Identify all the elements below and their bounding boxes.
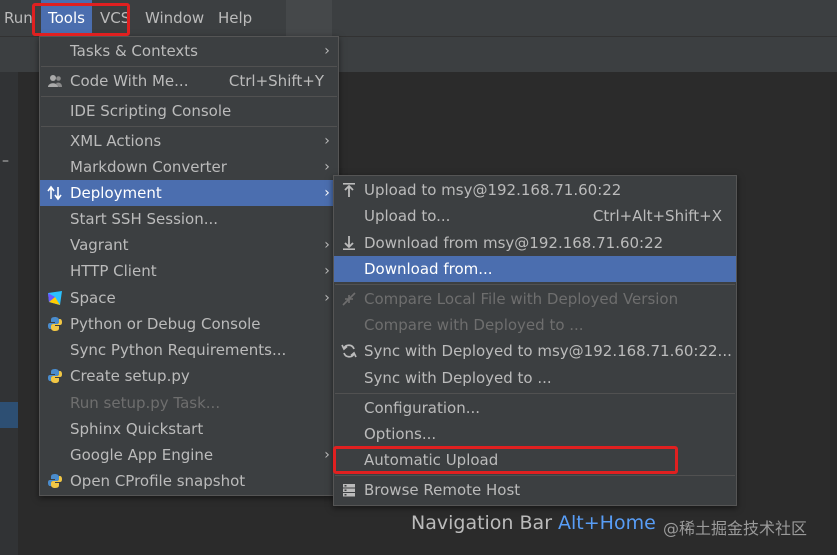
menu-item-sync-python-requirements[interactable]: Sync Python Requirements... [40, 337, 338, 363]
chevron-right-icon: › [324, 290, 330, 306]
python-icon [48, 317, 62, 331]
menu-item-label: IDE Scripting Console [70, 102, 232, 120]
menu-help[interactable]: Help [218, 0, 252, 36]
menu-item-deployment[interactable]: Deployment › [40, 180, 338, 206]
menu-item-configuration[interactable]: Configuration... [334, 395, 736, 421]
tools-menu: Tasks & Contexts › Code With Me... Ctrl+… [39, 36, 339, 496]
upload-icon [343, 183, 355, 197]
menu-item-markdown-converter[interactable]: Markdown Converter › [40, 154, 338, 180]
server-icon [343, 484, 355, 497]
menu-item-label: Configuration... [364, 399, 481, 417]
menu-item-label: Upload to... [364, 207, 451, 225]
chevron-right-icon: › [324, 447, 330, 463]
menu-item-label: Sync with Deployed to msy@192.168.71.60:… [364, 342, 732, 360]
menu-item-sync-with-deployed[interactable]: Sync with Deployed to ... [334, 365, 736, 391]
menu-item-label: Sphinx Quickstart [70, 420, 204, 438]
separator [335, 475, 735, 476]
menu-item-label: Code With Me... [70, 72, 189, 90]
menu-item-vagrant[interactable]: Vagrant › [40, 232, 338, 258]
menu-item-label: Create setup.py [70, 367, 190, 385]
python-icon [48, 474, 62, 488]
chevron-right-icon: › [324, 237, 330, 253]
deploy-arrows-icon [47, 185, 62, 201]
menu-item-sphinx-quickstart[interactable]: Sphinx Quickstart [40, 416, 338, 442]
hint-shortcut: Alt+Home [558, 512, 656, 534]
tab-strip [286, 0, 332, 36]
selected-row [0, 402, 18, 428]
separator [335, 284, 735, 285]
chevron-right-icon: › [324, 185, 330, 201]
menu-item-label: Compare with Deployed to ... [364, 316, 584, 334]
menu-item-http-client[interactable]: HTTP Client › [40, 258, 338, 284]
menu-item-options[interactable]: Options... [334, 421, 736, 447]
highlight-box-tools-vcs [32, 3, 130, 36]
separator [41, 66, 337, 67]
separator [41, 126, 337, 127]
compare-icon [342, 292, 356, 306]
watermark: @稀土掘金技术社区 [663, 519, 808, 538]
chevron-right-icon: › [324, 133, 330, 149]
download-icon [343, 236, 355, 250]
menu-item-space[interactable]: Space › [40, 285, 338, 311]
menu-item-run-setup-py-task[interactable]: Run setup.py Task... [40, 390, 338, 416]
menu-item-label: Compare Local File with Deployed Version [364, 290, 679, 308]
chevron-right-icon: › [324, 43, 330, 59]
menu-item-label: Run setup.py Task... [70, 394, 221, 412]
menu-run[interactable]: Run [4, 0, 33, 36]
python-icon [48, 369, 62, 383]
menu-item-code-with-me[interactable]: Code With Me... Ctrl+Shift+Y [40, 68, 338, 94]
menu-item-python-console[interactable]: Python or Debug Console [40, 311, 338, 337]
menu-item-ide-scripting-console[interactable]: IDE Scripting Console [40, 98, 338, 124]
sync-icon [341, 344, 357, 358]
menu-item-download-from-host[interactable]: Download from msy@192.168.71.60:22 [334, 230, 736, 256]
menu-item-google-app-engine[interactable]: Google App Engine › [40, 442, 338, 468]
people-icon [48, 75, 62, 87]
menu-item-label: Options... [364, 425, 437, 443]
menu-item-tasks-contexts[interactable]: Tasks & Contexts › [40, 38, 338, 64]
menu-item-label: Vagrant [70, 236, 129, 254]
menu-item-label: Space [70, 289, 116, 307]
menu-item-label: Sync Python Requirements... [70, 341, 287, 359]
menu-item-label: HTTP Client [70, 262, 157, 280]
menu-item-create-setup-py[interactable]: Create setup.py [40, 363, 338, 389]
hint-text: Navigation Bar [411, 512, 553, 534]
menu-item-label: Google App Engine [70, 446, 214, 464]
menu-item-label: Browse Remote Host [364, 481, 521, 499]
left-tool-panel: – [0, 72, 19, 555]
shortcut-label: Ctrl+Shift+Y [228, 72, 324, 90]
menu-item-browse-remote-host[interactable]: Browse Remote Host [334, 477, 736, 503]
menu-item-compare-with-deployed[interactable]: Compare with Deployed to ... [334, 312, 736, 338]
menu-item-download-from[interactable]: Download from... [334, 256, 736, 282]
chevron-right-icon: › [324, 159, 330, 175]
separator [335, 393, 735, 394]
menu-item-compare-local-file[interactable]: Compare Local File with Deployed Version [334, 286, 736, 312]
menu-item-label: Upload to msy@192.168.71.60:22 [364, 181, 622, 199]
highlight-box-automatic-upload [333, 446, 678, 474]
menu-item-open-cprofile-snapshot[interactable]: Open CProfile snapshot [40, 468, 338, 494]
menu-item-label: Download from... [364, 260, 493, 278]
chevron-right-icon: › [324, 263, 330, 279]
menu-item-label: Download from msy@192.168.71.60:22 [364, 234, 664, 252]
shortcut-label: Ctrl+Alt+Shift+X [592, 207, 722, 225]
menu-window[interactable]: Window [145, 0, 204, 36]
menu-item-upload-to[interactable]: Upload to... Ctrl+Alt+Shift+X [334, 203, 736, 229]
menu-item-label: Sync with Deployed to ... [364, 369, 552, 387]
menu-item-label: Tasks & Contexts [70, 42, 198, 60]
separator [41, 96, 337, 97]
space-icon [48, 291, 62, 305]
menu-item-label: Python or Debug Console [70, 315, 261, 333]
navigation-bar-hint: Navigation Bar Alt+Home [411, 512, 656, 534]
menu-item-start-ssh-session[interactable]: Start SSH Session... [40, 206, 338, 232]
menu-item-xml-actions[interactable]: XML Actions › [40, 128, 338, 154]
menu-item-label: XML Actions [70, 132, 162, 150]
menu-item-label: Start SSH Session... [70, 210, 219, 228]
menu-item-label: Open CProfile snapshot [70, 472, 246, 490]
minus-icon[interactable]: – [2, 153, 9, 169]
menu-item-upload-to-host[interactable]: Upload to msy@192.168.71.60:22 [334, 177, 736, 203]
menu-item-label: Deployment [70, 184, 162, 202]
menu-item-sync-with-host[interactable]: Sync with Deployed to msy@192.168.71.60:… [334, 338, 736, 364]
menu-item-label: Markdown Converter [70, 158, 227, 176]
